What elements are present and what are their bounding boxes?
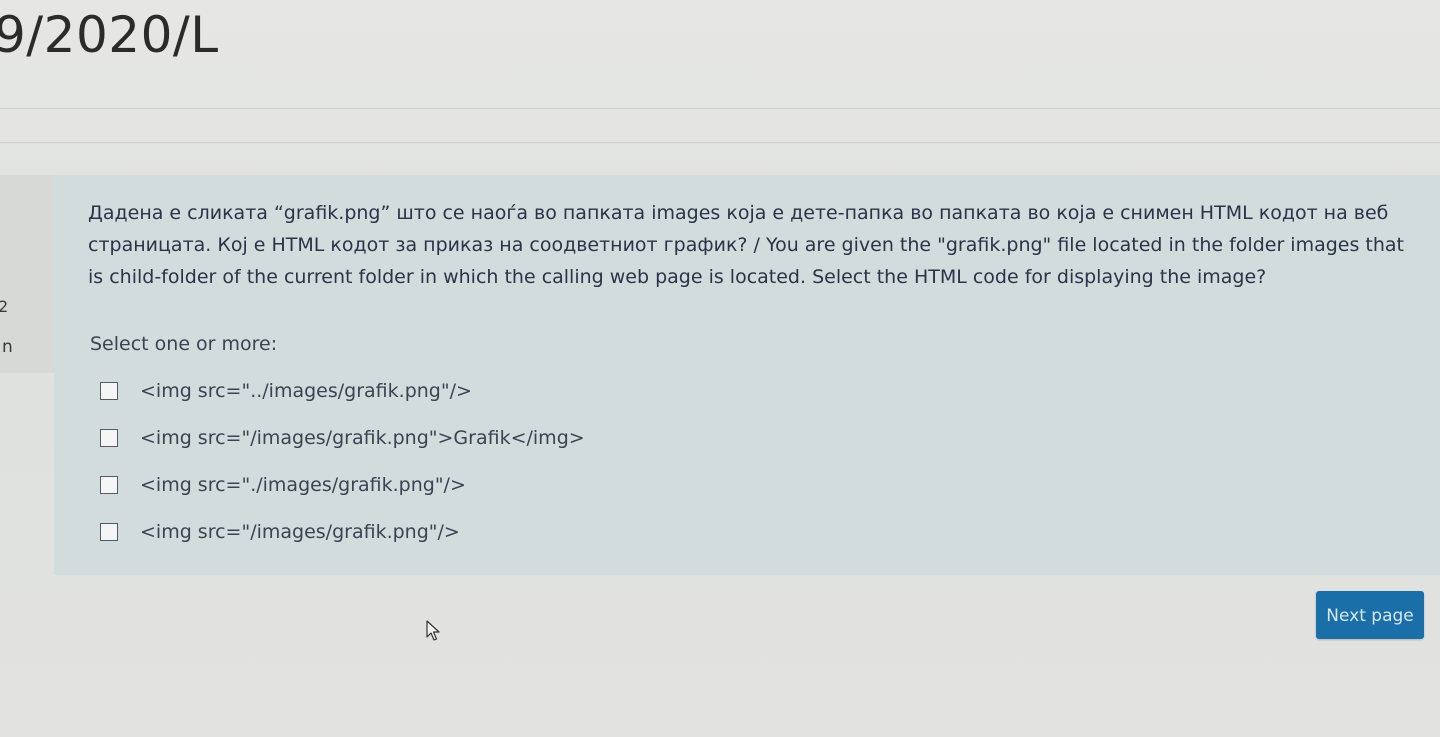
question-status: n [2,337,13,357]
divider [0,142,1440,143]
question-content: Дадена е сликата “grafik.png” што се нао… [54,175,1440,575]
answer-option-label[interactable]: <img src="../images/grafik.png"/> [140,380,472,402]
question-number: 2 [0,297,9,316]
answer-option[interactable]: <img src="/images/grafik.png"/> [100,508,585,555]
answer-options: <img src="../images/grafik.png"/> <img s… [100,367,585,555]
answer-option[interactable]: <img src="../images/grafik.png"/> [100,367,585,414]
course-title: 9/2020/L [0,6,219,64]
answer-option-label[interactable]: <img src="./images/grafik.png"/> [140,474,466,496]
answer-option-label[interactable]: <img src="/images/grafik.png">Grafik</im… [140,427,585,449]
checkbox-icon[interactable] [100,475,118,494]
next-page-button[interactable]: Next page [1316,591,1424,639]
answer-option[interactable]: <img src="/images/grafik.png">Grafik</im… [100,414,585,461]
quiz-page: 9/2020/L 2 n Дадена е сликата “grafik.pn… [0,0,1440,737]
divider [0,108,1440,109]
checkbox-icon[interactable] [100,428,118,447]
question-text: Дадена е сликата “grafik.png” што се нао… [88,202,1405,288]
answer-option-label[interactable]: <img src="/images/grafik.png"/> [140,521,460,543]
checkbox-icon[interactable] [100,381,118,400]
question-info-block: 2 n [0,175,55,373]
answer-prompt: Select one or more: [90,333,278,355]
mouse-pointer-icon [426,620,440,641]
checkbox-icon[interactable] [100,522,118,541]
answer-option[interactable]: <img src="./images/grafik.png"/> [100,461,585,508]
